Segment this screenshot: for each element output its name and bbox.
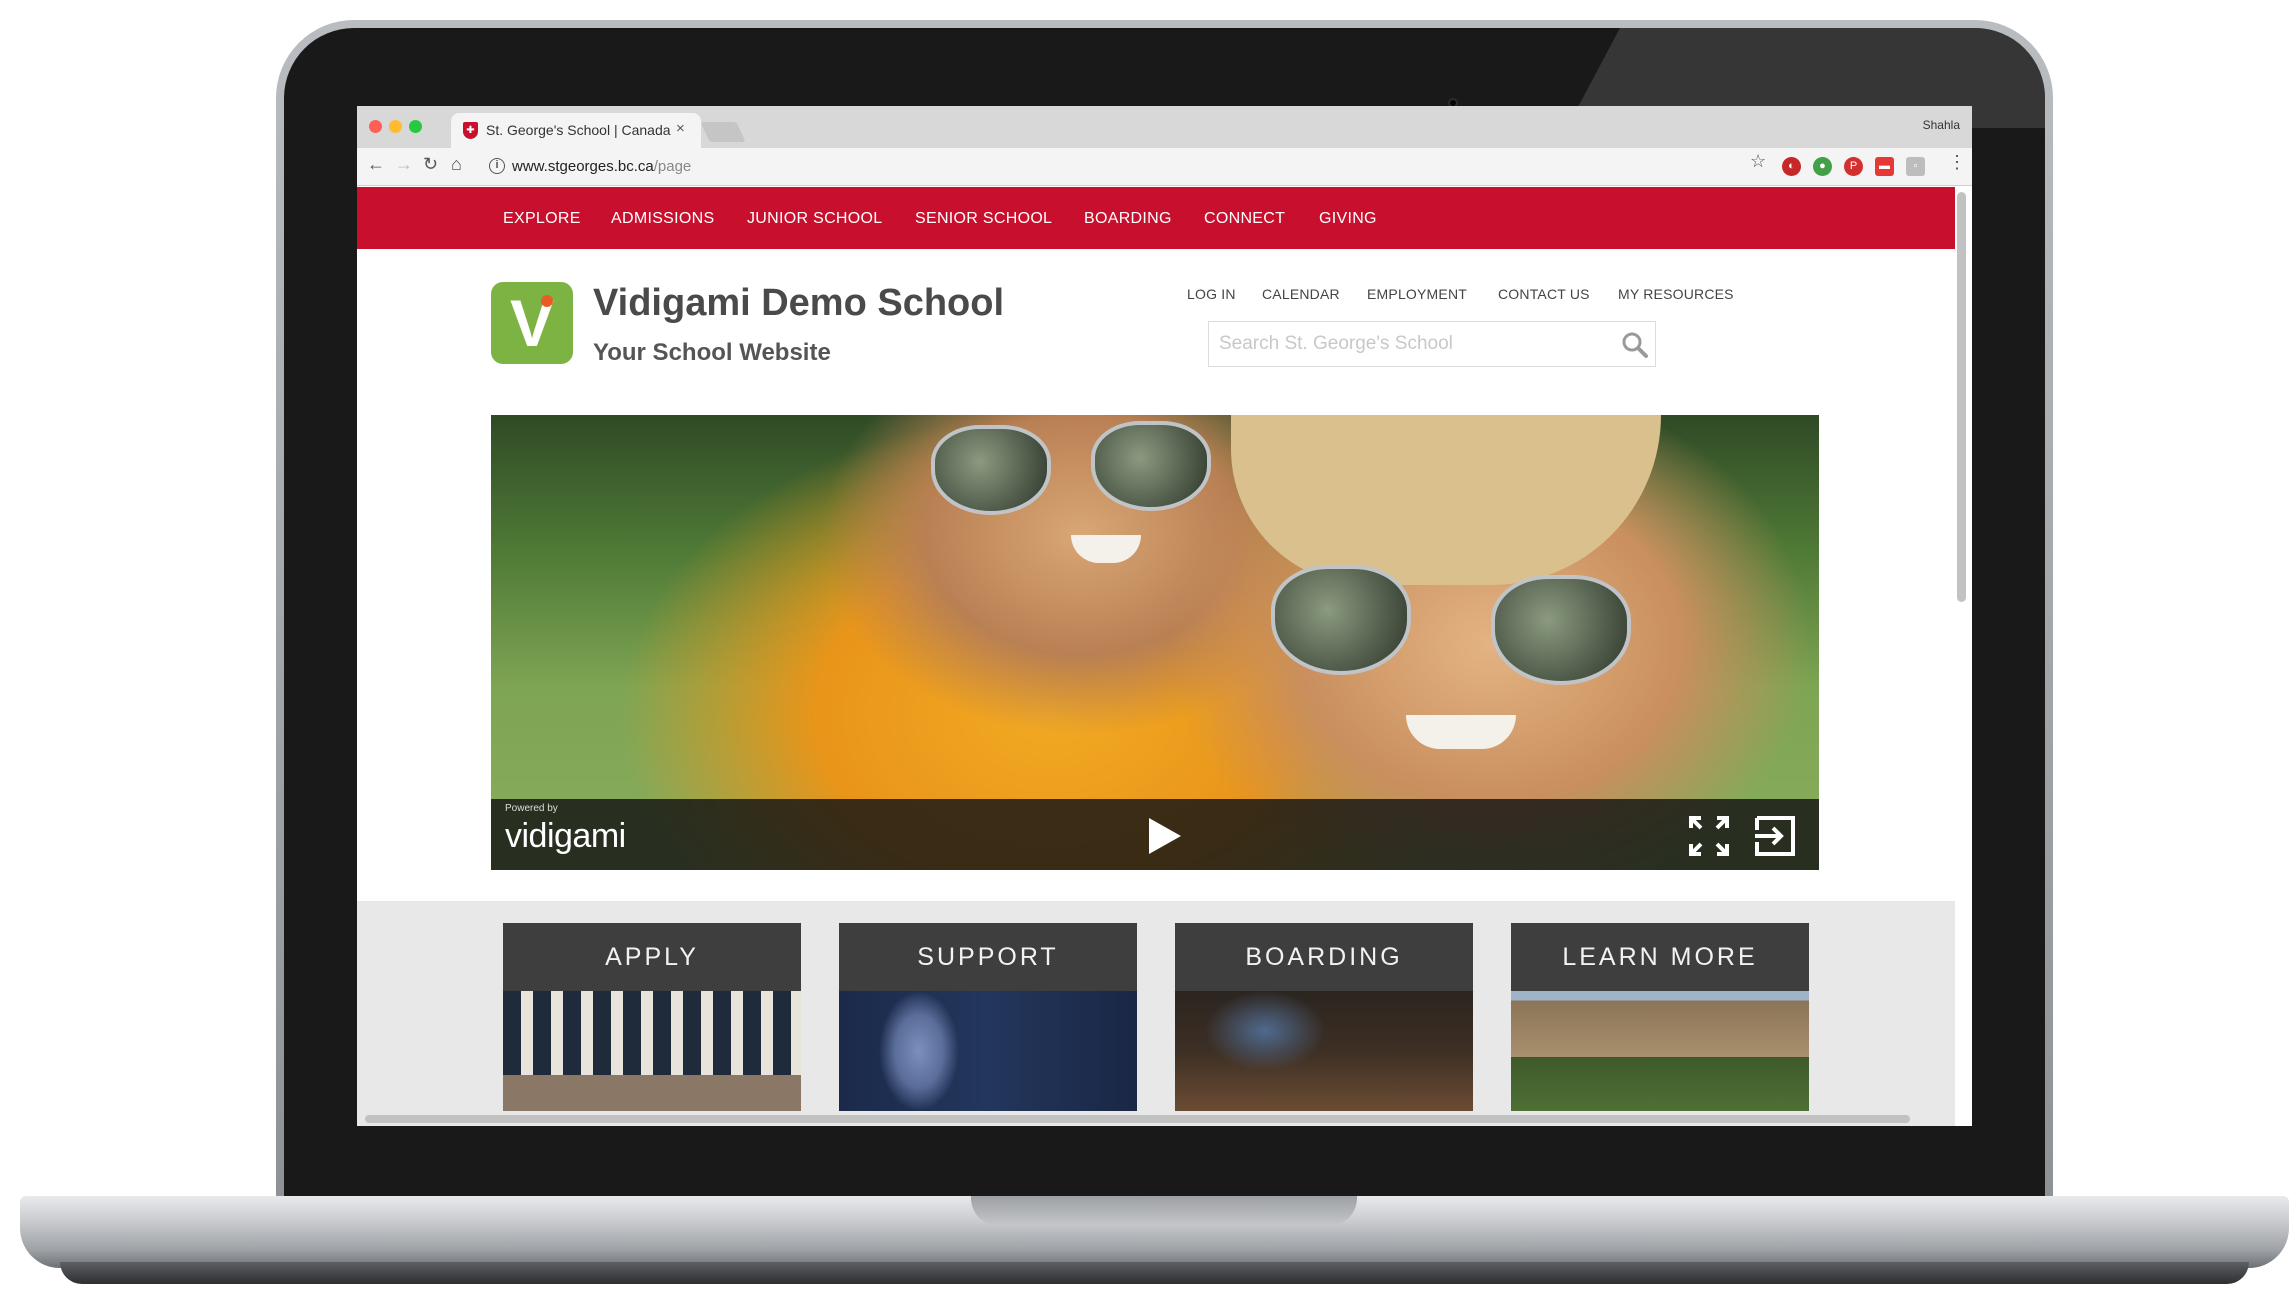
ext-green-icon[interactable]: ● [1813, 157, 1832, 176]
url-text[interactable]: www.stgeorges.bc.ca/page [512, 158, 691, 175]
back-icon[interactable]: ← [367, 154, 385, 175]
home-icon[interactable]: ⌂ [451, 154, 462, 175]
nav-admissions[interactable]: ADMISSIONS [611, 210, 714, 228]
browser-menu-icon[interactable]: ⋮ [1948, 152, 1966, 173]
utility-calendar[interactable]: CALENDAR [1262, 286, 1340, 302]
nav-senior-school[interactable]: SENIOR SCHOOL [915, 210, 1052, 228]
laptop-notch [971, 1196, 1357, 1226]
ext-red-square-icon[interactable]: ▬ [1875, 157, 1894, 176]
main-navigation: EXPLORE ADMISSIONS JUNIOR SCHOOL SENIOR … [357, 187, 1955, 249]
hero-photo-detail [1271, 565, 1411, 675]
tab-title: St. George's School | Canada [486, 122, 671, 138]
action-tiles: APPLY SUPPORT BOARDING LEARN MORE [357, 901, 1955, 1126]
school-title[interactable]: Vidigami Demo School [593, 282, 1004, 325]
search-icon[interactable] [1621, 331, 1649, 359]
powered-by-label: Powered by [505, 803, 558, 814]
browser-tab[interactable]: ✚ St. George's School | Canada × [451, 113, 701, 148]
browser-toolbar: ← → ↻ ⌂ i www.stgeorges.bc.ca/page [357, 148, 1972, 186]
utility-contact-us[interactable]: CONTACT US [1498, 286, 1590, 302]
tile-label: BOARDING [1175, 923, 1473, 991]
tile-image [1175, 991, 1473, 1111]
school-logo[interactable]: V [491, 282, 573, 364]
school-subtitle: Your School Website [593, 339, 831, 366]
hero-photo-detail [1491, 575, 1631, 685]
tile-label: SUPPORT [839, 923, 1137, 991]
tile-support[interactable]: SUPPORT [839, 923, 1137, 1111]
tile-apply[interactable]: APPLY [503, 923, 801, 1111]
tile-image [839, 991, 1137, 1111]
utility-my-resources[interactable]: MY RESOURCES [1618, 286, 1734, 302]
ext-red-icon[interactable]: ◐ [1782, 157, 1801, 176]
reload-icon[interactable]: ↻ [423, 154, 438, 175]
url-path: /page [653, 158, 692, 175]
nav-giving[interactable]: GIVING [1319, 210, 1377, 228]
close-window-button[interactable] [369, 120, 382, 133]
tile-boarding[interactable]: BOARDING [1175, 923, 1473, 1111]
horizontal-scrollbar[interactable] [365, 1115, 1910, 1123]
nav-junior-school[interactable]: JUNIOR SCHOOL [747, 210, 882, 228]
hero-photo-detail [1406, 715, 1516, 749]
profile-name[interactable]: Shahla [1923, 118, 1960, 132]
hero-photo-detail [1071, 535, 1141, 563]
vidigami-wordmark[interactable]: vidigami [505, 817, 626, 856]
minimize-window-button[interactable] [389, 120, 402, 133]
ext-pinterest-icon[interactable]: P [1844, 157, 1863, 176]
search-input[interactable] [1219, 330, 1619, 358]
shield-icon: ✚ [463, 122, 478, 139]
utility-login[interactable]: LOG IN [1187, 286, 1236, 302]
nav-connect[interactable]: CONNECT [1204, 210, 1285, 228]
bookmark-star-icon[interactable]: ☆ [1750, 151, 1766, 172]
nav-boarding[interactable]: BOARDING [1084, 210, 1172, 228]
web-page: EXPLORE ADMISSIONS JUNIOR SCHOOL SENIOR … [357, 187, 1955, 1126]
hero-video[interactable]: Powered by vidigami [491, 415, 1819, 870]
screen: ✚ St. George's School | Canada × Shahla … [357, 106, 1972, 1126]
play-icon[interactable] [1147, 816, 1183, 856]
tile-learn-more[interactable]: LEARN MORE [1511, 923, 1809, 1111]
new-tab-button[interactable] [700, 122, 746, 142]
tile-image [503, 991, 801, 1111]
tile-label: LEARN MORE [1511, 923, 1809, 991]
nav-explore[interactable]: EXPLORE [503, 210, 581, 228]
maximize-window-button[interactable] [409, 120, 422, 133]
forward-icon[interactable]: → [395, 154, 413, 175]
ext-grey-icon[interactable]: ▫ [1906, 157, 1925, 176]
hero-photo-detail [931, 425, 1051, 515]
hero-photo-detail [1091, 421, 1211, 511]
video-control-bar: Powered by vidigami [491, 799, 1819, 870]
vertical-scrollbar[interactable] [1957, 192, 1966, 602]
laptop-base-edge [60, 1262, 2249, 1284]
hero-photo-detail [1231, 415, 1661, 585]
tab-strip: ✚ St. George's School | Canada × Shahla [357, 106, 1972, 148]
close-icon[interactable]: × [676, 120, 685, 137]
laptop-mockup: ✚ St. George's School | Canada × Shahla … [0, 0, 2289, 1295]
tile-label: APPLY [503, 923, 801, 991]
address-bar[interactable]: i www.stgeorges.bc.ca/page [485, 153, 1815, 181]
info-icon[interactable]: i [489, 158, 505, 174]
logo-accent-dot [541, 295, 553, 307]
url-host: www.stgeorges.bc.ca [512, 158, 654, 175]
tile-image [1511, 991, 1809, 1111]
site-search [1208, 321, 1656, 367]
fullscreen-icon[interactable] [1687, 814, 1731, 858]
utility-employment[interactable]: EMPLOYMENT [1367, 286, 1467, 302]
exit-icon[interactable] [1753, 814, 1797, 858]
